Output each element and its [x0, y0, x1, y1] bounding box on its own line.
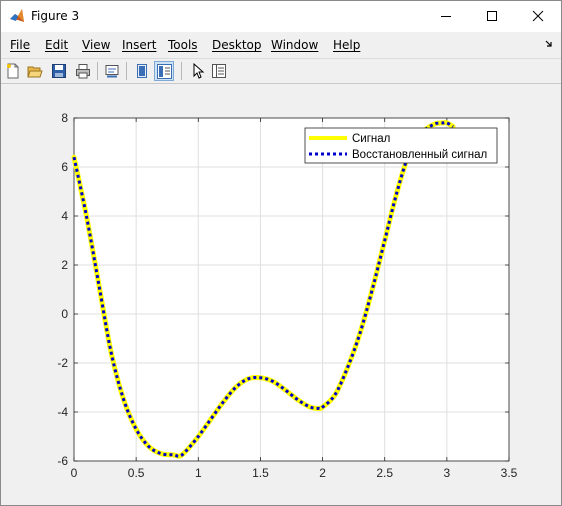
close-button[interactable] — [515, 1, 561, 32]
save-icon — [52, 64, 66, 78]
link-plot-button[interactable] — [102, 61, 122, 81]
y-tick-label: 0 — [61, 307, 68, 321]
y-tick-label: 4 — [61, 209, 68, 223]
menu-help[interactable]: Help — [333, 38, 360, 52]
menu-desktop[interactable]: Desktop — [212, 38, 262, 52]
edit-plot-button[interactable] — [187, 61, 207, 81]
hide-plot-tools-button[interactable] — [132, 61, 152, 81]
show-plot-tools-button[interactable] — [154, 61, 174, 81]
minimize-icon — [441, 16, 451, 17]
show-plot-tools-icon — [157, 64, 172, 79]
menu-file[interactable]: File — [10, 38, 30, 52]
figure-canvas[interactable]: 0 0.5 1 1.5 2 2.5 3 3.5 -6 -4 -2 0 2 4 6 8 Сигнал Восстан… — [1, 84, 561, 505]
menu-view[interactable]: View — [82, 38, 110, 52]
legend-label: Восстановленный сигнал — [352, 149, 487, 161]
x-tick-label: 3 — [444, 466, 451, 480]
minimize-button[interactable] — [423, 1, 469, 32]
y-tick-label: 8 — [61, 111, 68, 125]
maximize-button[interactable] — [469, 1, 515, 32]
x-tick-label: 0 — [71, 466, 78, 480]
legend-label: Сигнал — [352, 133, 390, 145]
line-plot[interactable]: 0 0.5 1 1.5 2 2.5 3 3.5 -6 -4 -2 0 2 4 6 8 Сигнал Восстан… — [1, 84, 561, 505]
title-bar[interactable]: Figure 3 — [1, 1, 561, 32]
toolbar-separator — [126, 62, 127, 80]
save-button[interactable] — [49, 61, 69, 81]
y-tick-label: -2 — [57, 356, 68, 370]
print-button[interactable] — [73, 61, 93, 81]
menu-bar: File Edit View Insert Tools Desktop Wind… — [1, 32, 561, 59]
x-tick-label: 3.5 — [501, 466, 518, 480]
x-tick-label: 1 — [195, 466, 202, 480]
edit-plot-pointer-icon — [193, 63, 205, 79]
dock-arrow-icon[interactable] — [545, 40, 553, 48]
toolbar-separator — [181, 62, 182, 80]
y-tick-label: 6 — [61, 160, 68, 174]
x-tick-label: 1.5 — [252, 466, 269, 480]
toolbar-separator — [97, 62, 98, 80]
link-plot-icon — [105, 65, 119, 78]
menu-insert[interactable]: Insert — [122, 38, 156, 52]
matlab-icon — [9, 8, 25, 24]
open-file-button[interactable] — [25, 61, 45, 81]
window-title: Figure 3 — [31, 9, 80, 23]
y-tick-label: -6 — [57, 454, 68, 468]
open-file-icon — [27, 66, 43, 78]
property-inspector-button[interactable] — [209, 61, 229, 81]
property-inspector-icon — [212, 64, 226, 78]
maximize-icon — [487, 11, 497, 21]
plot-area[interactable] — [74, 118, 509, 461]
hide-plot-tools-icon — [137, 64, 147, 78]
x-tick-label: 2.5 — [376, 466, 393, 480]
new-figure-icon — [7, 63, 19, 79]
print-icon — [76, 64, 90, 79]
menu-edit[interactable]: Edit — [45, 38, 68, 52]
new-figure-button[interactable] — [3, 61, 23, 81]
menu-window[interactable]: Window — [271, 38, 318, 52]
y-tick-label: 2 — [61, 258, 68, 272]
figure-toolbar — [1, 59, 561, 84]
menu-tools[interactable]: Tools — [168, 38, 198, 52]
figure-window: Figure 3 File Edit View Insert Tools Des… — [0, 0, 562, 506]
close-icon — [532, 10, 544, 22]
x-tick-label: 0.5 — [128, 466, 145, 480]
y-tick-label: -4 — [57, 405, 68, 419]
x-tick-label: 2 — [319, 466, 326, 480]
